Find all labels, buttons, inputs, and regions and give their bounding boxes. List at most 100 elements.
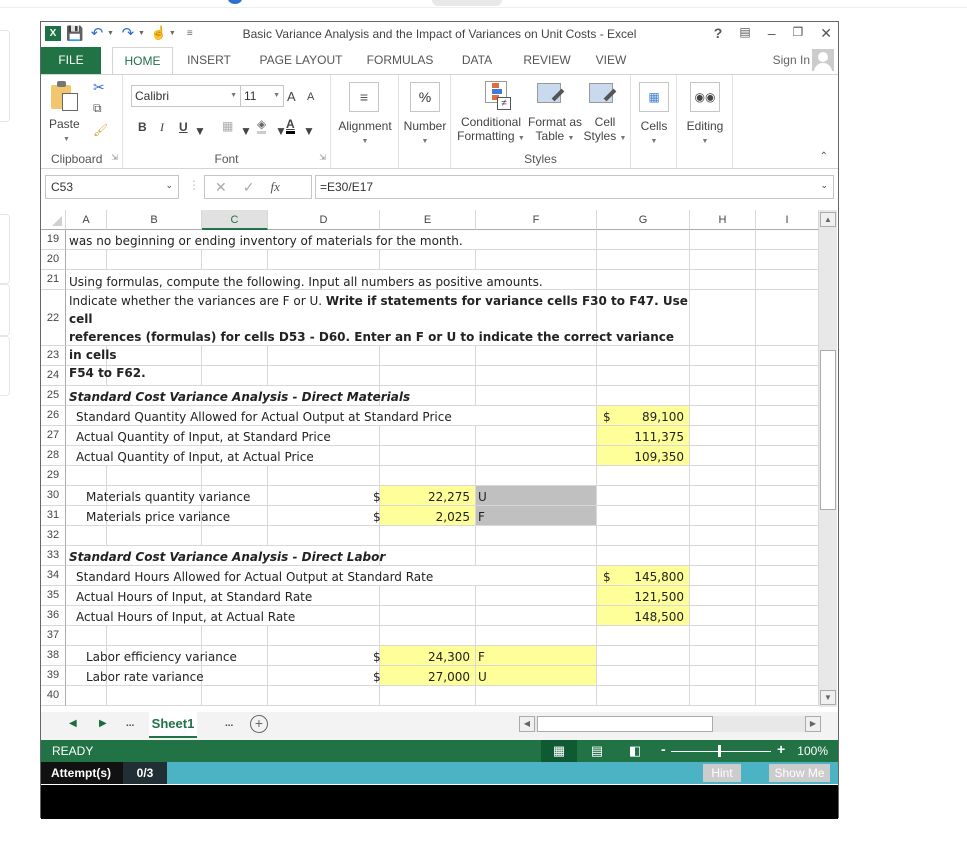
sheet-more-left[interactable]: ... — [126, 718, 134, 729]
scroll-right-icon[interactable]: ▶ — [805, 716, 821, 732]
cell-d20[interactable] — [268, 250, 380, 270]
cell-b30[interactable] — [107, 486, 202, 506]
column-header-i[interactable]: I — [756, 210, 819, 230]
cell-e40[interactable] — [380, 686, 476, 706]
cell-b29[interactable] — [107, 466, 202, 486]
cell-d25[interactable] — [268, 386, 380, 406]
formula-input[interactable]: =E30/E17 ⌄ — [315, 175, 834, 199]
cell-d35[interactable] — [268, 586, 380, 606]
tab-home[interactable]: HOME — [112, 47, 173, 75]
cell-g27[interactable] — [597, 426, 690, 446]
cell-a19[interactable] — [66, 230, 107, 250]
row-header-19[interactable]: 19 — [41, 230, 66, 250]
cell-b20[interactable] — [107, 250, 202, 270]
cell-d23[interactable] — [268, 346, 380, 366]
cell-c31[interactable] — [202, 506, 268, 526]
cell-g20[interactable] — [597, 250, 690, 270]
cell-a33[interactable] — [66, 546, 107, 566]
tab-formulas[interactable]: FORMULAS — [363, 47, 437, 74]
cell-i24[interactable] — [756, 366, 819, 386]
cell-h23[interactable] — [690, 346, 756, 366]
conditional-formatting-icon[interactable]: ≠ — [485, 81, 513, 111]
scroll-up-icon[interactable]: ▲ — [820, 212, 836, 227]
cell-e28[interactable] — [380, 446, 476, 466]
cell-c34[interactable] — [202, 566, 268, 586]
cell-c29[interactable] — [202, 466, 268, 486]
format-painter-icon[interactable]: 🖌 — [93, 123, 108, 137]
row-header-20[interactable]: 20 — [41, 250, 66, 270]
grow-font-button[interactable]: A — [287, 89, 296, 104]
cell-g39[interactable] — [597, 666, 690, 686]
vertical-scrollbar[interactable]: ▲ ▼ — [819, 210, 837, 707]
cell-i23[interactable] — [756, 346, 819, 366]
row-header-37[interactable]: 37 — [41, 626, 66, 646]
cell-f31[interactable] — [476, 506, 597, 526]
number-group[interactable]: % Number ▼ — [399, 75, 451, 168]
cell-b37[interactable] — [107, 626, 202, 646]
fill-color-icon[interactable]: ◈ — [257, 117, 267, 134]
cell-f29[interactable] — [476, 466, 597, 486]
cell-i22[interactable] — [756, 290, 819, 346]
zoom-percentage[interactable]: 100% — [797, 744, 828, 758]
cell-c21[interactable] — [202, 270, 268, 290]
cell-i35[interactable] — [756, 586, 819, 606]
worksheet-grid[interactable]: A B C D E F G H I 19 20 21 22 23 24 25 26 27 28 29… — [41, 210, 819, 717]
cell-c33[interactable] — [202, 546, 268, 566]
copy-icon[interactable]: ⧉ — [93, 101, 102, 116]
cell-a29[interactable] — [66, 466, 107, 486]
cell-g28[interactable] — [597, 446, 690, 466]
borders-icon[interactable]: ▦ — [222, 119, 233, 133]
row-header-40[interactable]: 40 — [41, 686, 66, 706]
row-header-27[interactable]: 27 — [41, 426, 66, 446]
cell-g22[interactable] — [597, 290, 690, 346]
cell-d40[interactable] — [268, 686, 380, 706]
cell-d29[interactable] — [268, 466, 380, 486]
cell-i20[interactable] — [756, 250, 819, 270]
cell-e36[interactable] — [380, 606, 476, 626]
save-icon[interactable]: 💾 — [66, 25, 83, 41]
font-color-dropdown-icon[interactable]: ▼ — [303, 124, 315, 138]
cell-h24[interactable] — [690, 366, 756, 386]
cell-h30[interactable] — [690, 486, 756, 506]
tab-insert[interactable]: INSERT — [181, 47, 237, 74]
cell-a26[interactable] — [66, 406, 107, 426]
cell-e24[interactable] — [380, 366, 476, 386]
cell-g34[interactable] — [597, 566, 690, 586]
cell-i40[interactable] — [756, 686, 819, 706]
zoom-slider[interactable]: - + — [661, 741, 791, 759]
row-header-30[interactable]: 30 — [41, 486, 66, 506]
cell-c26[interactable] — [202, 406, 268, 426]
shrink-font-button[interactable]: A — [307, 91, 314, 103]
sign-in[interactable]: Sign In — [773, 49, 834, 71]
zoom-in-button[interactable]: + — [777, 741, 785, 757]
column-header-b[interactable]: B — [107, 210, 202, 230]
editing-group[interactable]: ◉◉ Editing ▼ — [677, 75, 733, 168]
touch-dropdown-icon[interactable]: ▼ — [169, 30, 176, 37]
cell-g21[interactable] — [597, 270, 690, 290]
cell-b33[interactable] — [107, 546, 202, 566]
horizontal-scroll-thumb[interactable] — [537, 716, 713, 732]
row-header-24[interactable]: 24 — [41, 366, 66, 386]
cell-f24[interactable] — [476, 366, 597, 386]
alignment-group[interactable]: ≡ Alignment ▼ — [331, 75, 399, 168]
formula-bar-grip-icon[interactable]: ⋮ — [188, 178, 200, 192]
cell-i32[interactable] — [756, 526, 819, 546]
collapse-ribbon-icon[interactable]: ⌃ — [820, 151, 828, 162]
column-header-a[interactable]: A — [66, 210, 107, 230]
row-header-35[interactable]: 35 — [41, 586, 66, 606]
cell-d22[interactable] — [268, 290, 380, 346]
row-header-38[interactable]: 38 — [41, 646, 66, 666]
cell-h21[interactable] — [690, 270, 756, 290]
format-as-table-button[interactable]: Format as Table ▼ — [525, 115, 585, 146]
cell-styles-icon[interactable] — [589, 83, 619, 111]
cancel-entry-icon[interactable]: ✕ — [215, 179, 227, 196]
cell-b36[interactable] — [107, 606, 202, 626]
cell-b35[interactable] — [107, 586, 202, 606]
select-all-corner[interactable] — [41, 210, 66, 230]
cell-d34[interactable] — [268, 566, 380, 586]
font-size-dropdown-icon[interactable]: ▼ — [273, 92, 280, 99]
cell-b40[interactable] — [107, 686, 202, 706]
scroll-down-icon[interactable]: ▼ — [820, 690, 836, 705]
cell-b23[interactable] — [107, 346, 202, 366]
cell-d31[interactable] — [268, 506, 380, 526]
